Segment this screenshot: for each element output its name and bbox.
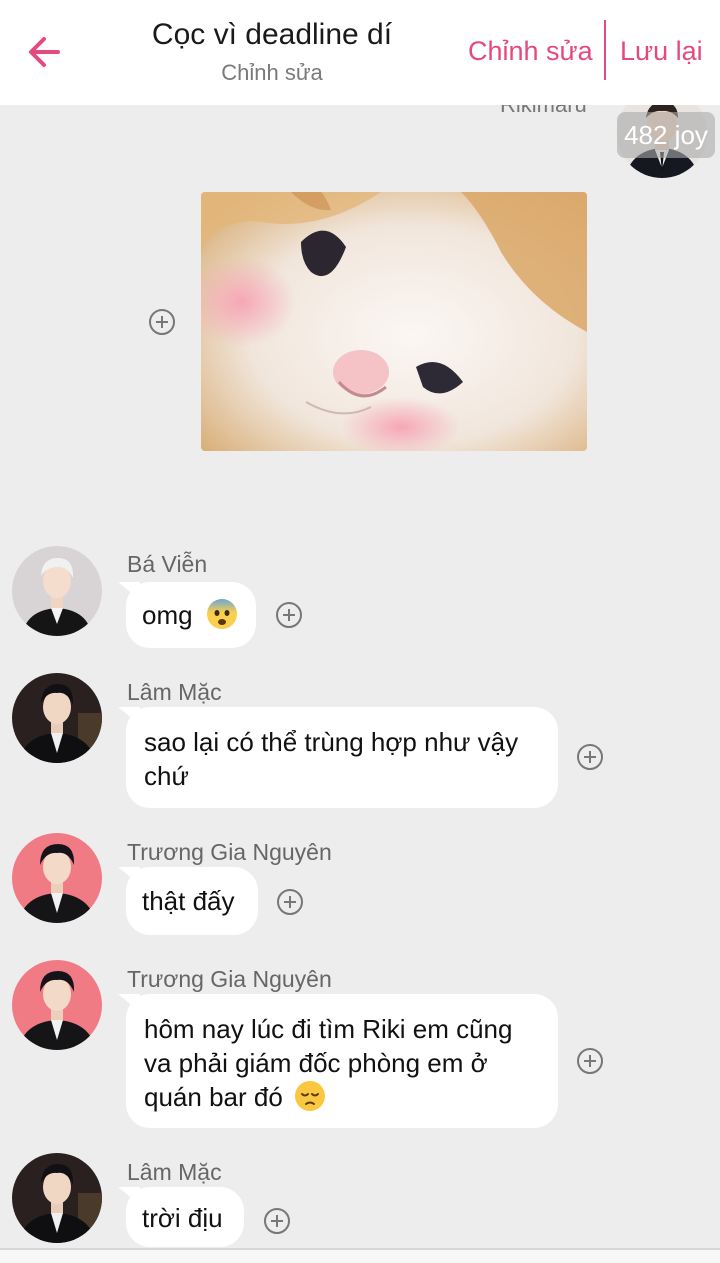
anxious-face-emoji <box>206 599 237 629</box>
add-reaction-button[interactable] <box>576 743 604 771</box>
add-reaction-button[interactable] <box>276 888 304 916</box>
avatar[interactable] <box>12 1153 102 1243</box>
add-reaction-button[interactable] <box>275 601 303 629</box>
header-divider <box>604 20 606 80</box>
plus-circle-icon <box>264 1208 290 1234</box>
message-text: trời địu <box>142 1203 223 1233</box>
avatar[interactable] <box>12 960 102 1050</box>
plus-circle-icon <box>577 744 603 770</box>
avatar[interactable] <box>12 833 102 923</box>
message-bubble[interactable]: omg <box>126 582 256 648</box>
avatar[interactable] <box>12 546 102 636</box>
plus-circle-icon <box>149 309 175 335</box>
sender-name: Trương Gia Nguyên <box>127 839 332 865</box>
add-reaction-button[interactable] <box>148 308 176 336</box>
page-title: Cọc vì deadline dí <box>151 18 393 51</box>
bottom-bar <box>0 1250 720 1263</box>
message-bubble[interactable]: hôm nay lúc đi tìm Riki em cũng va phải … <box>126 994 558 1128</box>
message-text: sao lại có thể trùng hợp như vậy chứ <box>144 727 519 791</box>
edit-button[interactable]: Chỉnh sửa <box>468 36 593 67</box>
plus-circle-icon <box>277 889 303 915</box>
joy-badge: 482 joy <box>617 112 715 158</box>
header-bar: Cọc vì deadline dí Chỉnh sửa Chỉnh sửa L… <box>0 0 720 105</box>
add-reaction-button[interactable] <box>576 1047 604 1075</box>
sender-name: Bá Viễn <box>127 551 208 577</box>
save-button[interactable]: Lưu lại <box>620 36 703 67</box>
message-bubble[interactable]: thật đấy <box>126 867 258 935</box>
add-reaction-button[interactable] <box>263 1207 291 1235</box>
sender-name: Lâm Mặc <box>127 679 222 705</box>
avatar[interactable] <box>12 673 102 763</box>
message-text: hôm nay lúc đi tìm Riki em cũng va phải … <box>144 1014 513 1112</box>
sender-name: Trương Gia Nguyên <box>127 966 332 992</box>
page-subtitle: Chỉnh sửa <box>221 60 323 85</box>
back-button[interactable] <box>24 30 68 74</box>
message-bubble[interactable]: sao lại có thể trùng hợp như vậy chứ <box>126 707 558 808</box>
arrow-left-icon <box>29 37 60 67</box>
message-text: omg <box>142 600 193 630</box>
cat-sticker[interactable] <box>201 192 587 451</box>
plus-circle-icon <box>276 602 302 628</box>
pensive-face-emoji <box>295 1081 326 1111</box>
message-text: thật đấy <box>142 886 235 916</box>
plus-circle-icon <box>577 1048 603 1074</box>
message-bubble[interactable]: trời địu <box>126 1187 244 1247</box>
sender-name: Lâm Mặc <box>127 1159 222 1185</box>
